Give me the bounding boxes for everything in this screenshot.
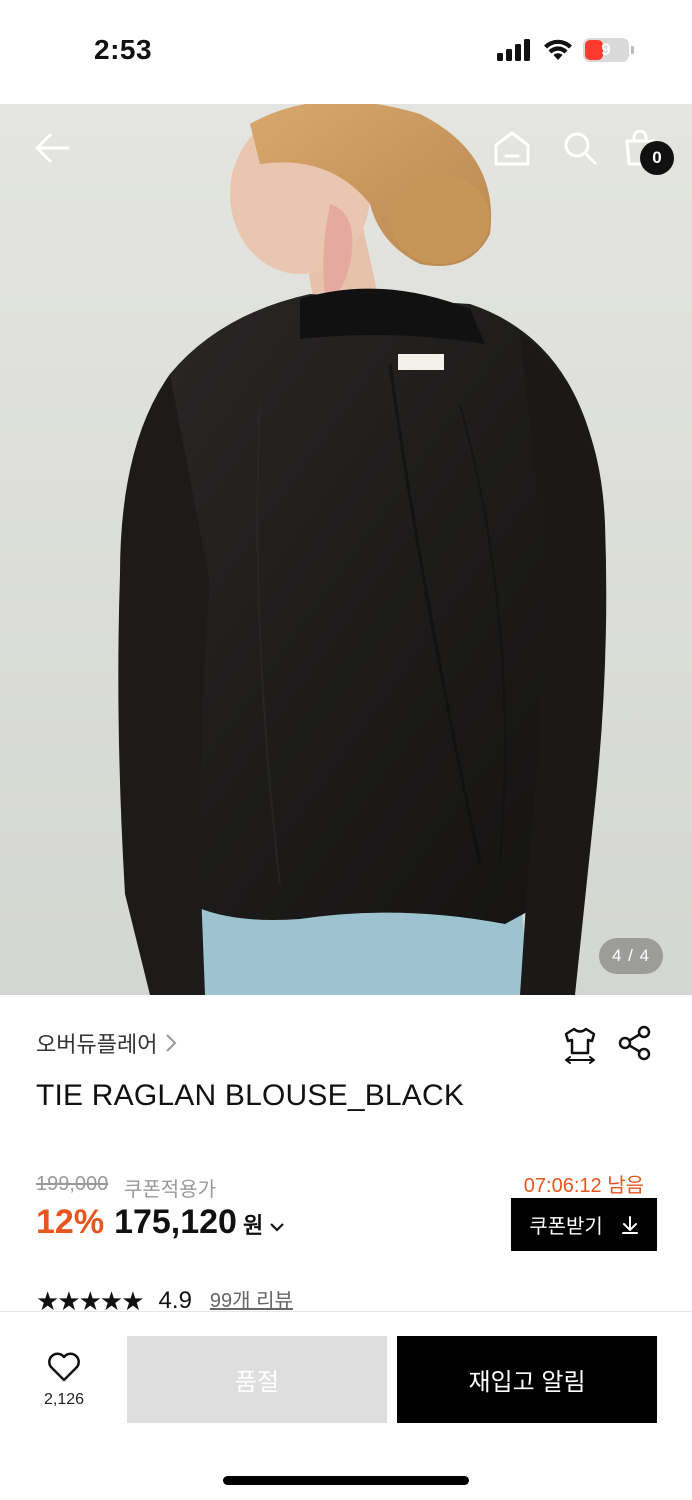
cart-count-badge: 0	[640, 141, 674, 175]
product-title: TIE RAGLAN BLOUSE_BLACK	[36, 1079, 465, 1112]
image-pager: 4 / 4	[599, 938, 663, 974]
rating-value: 4.9	[158, 1291, 192, 1311]
home-button[interactable]	[492, 128, 532, 168]
review-count-link[interactable]: 99개 리뷰	[210, 1291, 293, 1311]
share-icon[interactable]	[618, 1025, 652, 1061]
rating-stars: ★★★★★	[36, 1291, 145, 1311]
battery-cap	[631, 46, 634, 54]
price-row[interactable]: 12% 175,120 원	[36, 1203, 285, 1242]
product-image-gallery[interactable]: 4 / 4	[0, 104, 692, 995]
signal-icon	[497, 39, 530, 61]
brand-name: 오버듀플레어	[36, 1032, 158, 1057]
search-button[interactable]	[560, 128, 600, 168]
product-info: 오버듀플레어 TIE RAGLAN BLOUSE_BLACK 199,000 쿠…	[0, 995, 692, 1311]
battery-level: 9	[601, 40, 611, 59]
discount-rate: 12%	[36, 1203, 105, 1241]
brand-link[interactable]: 오버듀플레어	[36, 1027, 177, 1059]
product-photo	[0, 104, 692, 995]
search-icon	[564, 132, 597, 165]
download-icon	[621, 1215, 638, 1234]
wifi-icon	[544, 39, 572, 60]
currency-label: 원	[242, 1213, 264, 1238]
heart-icon	[48, 1352, 80, 1382]
like-count: 2,126	[43, 1391, 85, 1408]
back-button[interactable]	[32, 128, 72, 168]
arrow-left-icon	[35, 133, 70, 163]
product-actions	[562, 1025, 652, 1065]
download-coupon-button[interactable]: 쿠폰받기	[511, 1198, 657, 1251]
coupon-price-note: 쿠폰적용가	[124, 1179, 216, 1201]
status-bar: 2:53 9	[0, 0, 692, 104]
original-price: 199,000	[36, 1173, 109, 1195]
rating-row[interactable]: ★★★★★ 4.9 99개 리뷰	[36, 1291, 293, 1311]
status-icons: 9	[497, 38, 634, 62]
home-icon	[494, 131, 530, 166]
chevron-right-icon	[166, 1034, 177, 1052]
coupon-button-label: 쿠폰받기	[529, 1216, 603, 1238]
home-indicator	[223, 1476, 469, 1485]
chevron-down-icon	[269, 1221, 285, 1233]
like-button[interactable]: 2,126	[36, 1352, 92, 1409]
hero-nav	[0, 104, 692, 204]
bottom-action-bar: 2,126 품절 재입고 알림	[0, 1311, 692, 1500]
status-time: 2:53	[94, 34, 153, 65]
battery-icon: 9	[583, 38, 629, 62]
restock-alert-button[interactable]: 재입고 알림	[397, 1336, 657, 1423]
sale-price: 175,120	[114, 1203, 237, 1241]
soldout-button[interactable]: 품절	[127, 1336, 387, 1423]
coupon-timer: 07:06:12 남음	[523, 1175, 644, 1197]
size-guide-icon[interactable]	[562, 1025, 598, 1065]
